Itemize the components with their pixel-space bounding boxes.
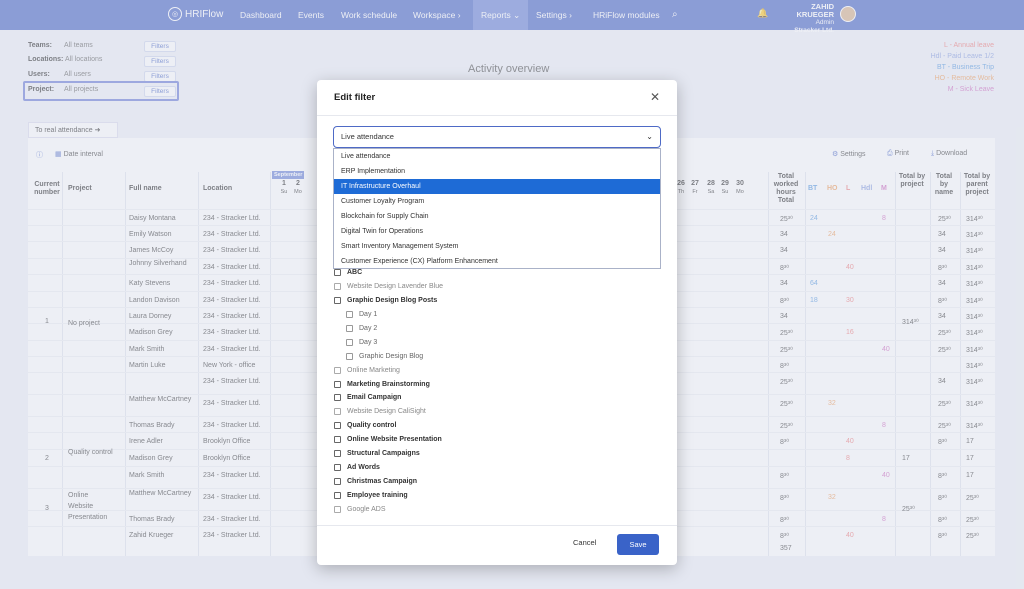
project-checkbox-label: Graphic Design Blog Posts	[347, 297, 438, 304]
checkbox-icon[interactable]	[334, 269, 341, 276]
edit-filter-modal: Edit filter ✕ Live attendance⌄ LogoABCWe…	[317, 80, 677, 565]
project-checkbox-item[interactable]: Email Campaign	[334, 394, 401, 401]
project-checkbox-item[interactable]: Online Marketing	[334, 367, 400, 374]
project-dropdown[interactable]: Live attendance ERP Implementation IT Infr…	[333, 148, 661, 269]
project-checkbox-label: Google ADS	[347, 506, 386, 513]
checkbox-icon[interactable]	[334, 367, 341, 374]
checkbox-icon[interactable]	[346, 325, 353, 332]
save-button[interactable]: Save	[617, 534, 659, 555]
checkbox-icon[interactable]	[334, 422, 341, 429]
dropdown-option[interactable]: Customer Experience (CX) Platform Enhanc…	[334, 254, 660, 269]
project-checkbox-label: ABC	[347, 269, 363, 276]
project-checkbox-label: Email Campaign	[347, 394, 402, 401]
project-checkbox-item[interactable]: Employee training	[334, 492, 408, 499]
modal-footer-divider	[317, 525, 677, 526]
checkbox-icon[interactable]	[346, 353, 353, 360]
checkbox-icon[interactable]	[334, 297, 341, 304]
project-checkbox-item[interactable]: Graphic Design Blog	[346, 353, 423, 360]
checkbox-icon[interactable]	[334, 450, 341, 457]
project-checkbox-label: Online Marketing	[347, 367, 400, 374]
checkbox-icon[interactable]	[334, 464, 341, 471]
checkbox-icon[interactable]	[334, 381, 341, 388]
project-checkbox-label: Website Design CaliSight	[347, 408, 426, 415]
checkbox-icon[interactable]	[334, 478, 341, 485]
project-checkbox-item[interactable]: Graphic Design Blog Posts	[334, 297, 437, 304]
project-checkbox-label: Structural Campaigns	[347, 450, 420, 457]
project-checkbox-item[interactable]: Day 3	[346, 339, 377, 346]
project-checkbox-label: Day 3	[359, 339, 378, 346]
checkbox-icon[interactable]	[334, 283, 341, 290]
project-checkbox-item[interactable]: Structural Campaigns	[334, 450, 420, 457]
modal-title: Edit filter	[334, 92, 376, 103]
dropdown-option[interactable]: Digital Twin for Operations	[334, 224, 660, 239]
chevron-down-icon: ⌄	[646, 132, 653, 141]
cancel-button[interactable]: Cancel	[573, 538, 596, 547]
dropdown-option[interactable]: Customer Loyalty Program	[334, 194, 660, 209]
project-checkbox-item[interactable]: ABC	[334, 269, 362, 276]
project-checkbox-item[interactable]: Online Website Presentation	[334, 436, 442, 443]
modal-divider	[317, 115, 677, 116]
project-checkbox-label: Graphic Design Blog	[359, 353, 424, 360]
project-select[interactable]: Live attendance ⌄	[333, 126, 661, 148]
project-checkbox-label: Christmas Campaign	[347, 478, 418, 485]
project-checkbox-label: Day 2	[359, 325, 378, 332]
checkbox-icon[interactable]	[334, 436, 341, 443]
project-checkbox-item[interactable]: Google ADS	[334, 506, 386, 513]
close-icon[interactable]: ✕	[650, 90, 660, 104]
project-checkbox-item[interactable]: Marketing Brainstorming	[334, 381, 430, 388]
checkbox-icon[interactable]	[346, 339, 353, 346]
project-checkbox-item[interactable]: Website Design Lavender Blue	[334, 283, 443, 290]
project-checkbox-label: Online Website Presentation	[347, 436, 442, 443]
dropdown-option[interactable]: Live attendance	[334, 149, 660, 164]
project-checkbox-item[interactable]: Christmas Campaign	[334, 478, 417, 485]
checkbox-icon[interactable]	[334, 408, 341, 415]
project-checkbox-label: Ad Words	[347, 464, 380, 471]
project-checkbox-item[interactable]: Website Design CaliSight	[334, 408, 426, 415]
project-checkbox-label: Employee training	[347, 492, 408, 499]
checkbox-icon[interactable]	[334, 506, 341, 513]
project-checkbox-item[interactable]: Quality control	[334, 422, 396, 429]
dropdown-option[interactable]: IT Infrastructure Overhaul	[334, 179, 660, 194]
project-checkbox-item[interactable]: Ad Words	[334, 464, 380, 471]
project-checkbox-label: Day 1	[359, 311, 378, 318]
checkbox-icon[interactable]	[334, 394, 341, 401]
checkbox-icon[interactable]	[334, 492, 341, 499]
project-checkbox-item[interactable]: Day 1	[346, 311, 377, 318]
dropdown-option[interactable]: Smart Inventory Management System	[334, 239, 660, 254]
checkbox-icon[interactable]	[346, 311, 353, 318]
project-checkbox-label: Website Design Lavender Blue	[347, 283, 443, 290]
dropdown-option[interactable]: ERP Implementation	[334, 164, 660, 179]
project-checkbox-label: Quality control	[347, 422, 397, 429]
dropdown-option[interactable]: Blockchain for Supply Chain	[334, 209, 660, 224]
project-checkbox-item[interactable]: Day 2	[346, 325, 377, 332]
project-checkbox-label: Marketing Brainstorming	[347, 381, 430, 388]
